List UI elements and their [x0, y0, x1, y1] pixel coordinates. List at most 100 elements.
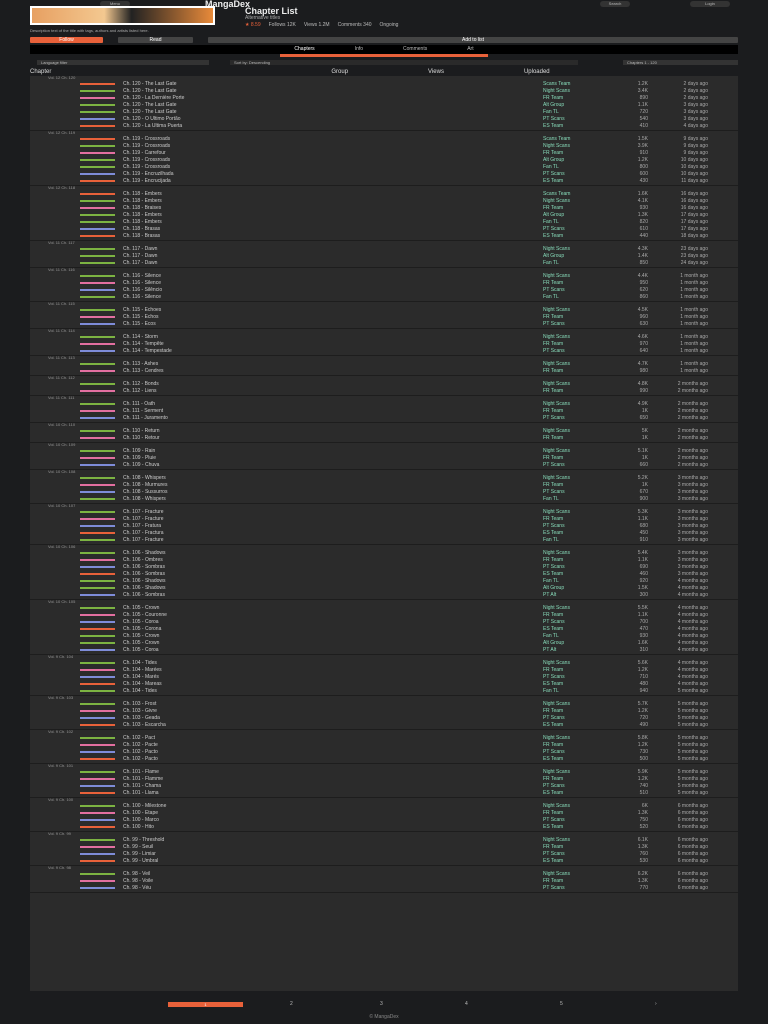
chapter-title-link[interactable]: Ch. 113 - Ashes	[123, 361, 543, 367]
group-link[interactable]: Night Scans	[543, 550, 603, 556]
chapter-title-link[interactable]: Ch. 103 - Escarcha	[123, 722, 543, 728]
chapter-title-link[interactable]: Ch. 101 - Llama	[123, 790, 543, 796]
add-to-list-button[interactable]: Add to list	[208, 37, 738, 43]
chapter-title-link[interactable]: Ch. 116 - Silence	[123, 280, 543, 286]
chapter-title-link[interactable]: Ch. 104 - Tides	[123, 688, 543, 694]
chapter-title-link[interactable]: Ch. 120 - The Last Gate	[123, 81, 543, 87]
chapter-title-link[interactable]: Ch. 112 - Liens	[123, 388, 543, 394]
search-button[interactable]: Search	[600, 1, 630, 7]
chapter-title-link[interactable]: Ch. 104 - Marés	[123, 674, 543, 680]
chapter-row[interactable]: Ch. 118 - Embers Scans Team 1.6K 16 days ag…	[30, 190, 738, 197]
chapter-title-link[interactable]: Ch. 106 - Ombres	[123, 557, 543, 563]
group-link[interactable]: PT Scans	[543, 564, 603, 570]
chapter-row[interactable]: Ch. 110 - Retour FR Team 1K 2 months ago	[30, 434, 738, 441]
group-link[interactable]: Night Scans	[543, 448, 603, 454]
chapter-row[interactable]: Ch. 98 - Voile FR Team 1.3K 6 months ago	[30, 877, 738, 884]
chapter-title-link[interactable]: Ch. 119 - Encrucijada	[123, 178, 543, 184]
chapter-row[interactable]: Ch. 106 - Shadows Fan TL 920 4 months ago	[30, 577, 738, 584]
group-link[interactable]: PT Scans	[543, 348, 603, 354]
chapter-row[interactable]: Ch. 106 - Sombras PT Alt 300 4 months ago	[30, 591, 738, 598]
group-link[interactable]: PT Scans	[543, 851, 603, 857]
chapter-title-link[interactable]: Ch. 106 - Sombras	[123, 571, 543, 577]
chapter-title-link[interactable]: Ch. 108 - Whispers	[123, 496, 543, 502]
chapter-row[interactable]: Ch. 120 - The Last Gate Fan TL 720 3 days a…	[30, 108, 738, 115]
group-link[interactable]: Night Scans	[543, 88, 603, 94]
group-link[interactable]: FR Team	[543, 667, 603, 673]
chapter-title-link[interactable]: Ch. 114 - Storm	[123, 334, 543, 340]
chapter-row[interactable]: Ch. 112 - Bonds Night Scans 4.8K 2 months a…	[30, 380, 738, 387]
chapter-row[interactable]: Ch. 119 - Crossroads Alt Group 1.2K 10 days…	[30, 156, 738, 163]
login-button[interactable]: Login	[690, 1, 730, 7]
chapter-row[interactable]: Ch. 111 - Oath Night Scans 4.9K 2 months ag…	[30, 400, 738, 407]
chapter-title-link[interactable]: Ch. 109 - Chuva	[123, 462, 543, 468]
group-link[interactable]: PT Scans	[543, 462, 603, 468]
sort-select[interactable]: Sort by: Descending	[230, 60, 578, 65]
chapter-row[interactable]: Ch. 100 - Hito ES Team 520 6 months ago	[30, 823, 738, 830]
chapter-title-link[interactable]: Ch. 98 - Voile	[123, 878, 543, 884]
chapter-title-link[interactable]: Ch. 106 - Shadows	[123, 550, 543, 556]
chapter-row[interactable]: Ch. 108 - Murmures FR Team 1K 3 months ago	[30, 481, 738, 488]
group-link[interactable]: Night Scans	[543, 246, 603, 252]
chapter-title-link[interactable]: Ch. 109 - Rain	[123, 448, 543, 454]
chapter-title-link[interactable]: Ch. 105 - Crown	[123, 640, 543, 646]
group-link[interactable]: ES Team	[543, 858, 603, 864]
group-link[interactable]: PT Scans	[543, 619, 603, 625]
chapter-title-link[interactable]: Ch. 105 - Coroa	[123, 647, 543, 653]
chapter-title-link[interactable]: Ch. 101 - Chama	[123, 783, 543, 789]
group-link[interactable]: FR Team	[543, 205, 603, 211]
group-link[interactable]: ES Team	[543, 626, 603, 632]
chapter-title-link[interactable]: Ch. 118 - Brasas	[123, 226, 543, 232]
chapter-title-link[interactable]: Ch. 119 - Encruzilhada	[123, 171, 543, 177]
chapter-row[interactable]: Ch. 111 - Juramento PT Scans 650 2 months a…	[30, 414, 738, 421]
chapter-title-link[interactable]: Ch. 120 - The Last Gate	[123, 102, 543, 108]
chapter-title-link[interactable]: Ch. 98 - Véu	[123, 885, 543, 891]
tab-comments[interactable]: Comments	[403, 45, 427, 54]
chapter-row[interactable]: Ch. 120 - La Última Puerta ES Team 410 4 da…	[30, 122, 738, 129]
chapter-title-link[interactable]: Ch. 115 - Echoes	[123, 307, 543, 313]
group-link[interactable]: FR Team	[543, 516, 603, 522]
chapter-row[interactable]: Ch. 113 - Ashes Night Scans 4.7K 1 month ag…	[30, 360, 738, 367]
group-link[interactable]: Night Scans	[543, 701, 603, 707]
chapter-title-link[interactable]: Ch. 105 - Crown	[123, 605, 543, 611]
chapter-row[interactable]: Ch. 101 - Flamme FR Team 1.2K 5 months ago	[30, 775, 738, 782]
group-link[interactable]: Alt Group	[543, 253, 603, 259]
group-link[interactable]: PT Scans	[543, 749, 603, 755]
group-link[interactable]: Night Scans	[543, 381, 603, 387]
chapter-title-link[interactable]: Ch. 119 - Crossroads	[123, 157, 543, 163]
chapter-row[interactable]: Ch. 118 - Brasas ES Team 440 18 days ago	[30, 232, 738, 239]
chapter-title-link[interactable]: Ch. 106 - Shadows	[123, 585, 543, 591]
group-link[interactable]: Fan TL	[543, 496, 603, 502]
chapter-title-link[interactable]: Ch. 119 - Crossroads	[123, 164, 543, 170]
chapter-title-link[interactable]: Ch. 114 - Tempête	[123, 341, 543, 347]
group-link[interactable]: Night Scans	[543, 837, 603, 843]
group-link[interactable]: FR Team	[543, 368, 603, 374]
chapter-row[interactable]: Ch. 108 - Whispers Night Scans 5.2K 3 month…	[30, 474, 738, 481]
chapter-row[interactable]: Ch. 107 - Fracture FR Team 1.1K 3 months ag…	[30, 515, 738, 522]
chapter-title-link[interactable]: Ch. 100 - Milestone	[123, 803, 543, 809]
group-link[interactable]: Night Scans	[543, 475, 603, 481]
group-link[interactable]: ES Team	[543, 123, 603, 129]
chapter-row[interactable]: Ch. 120 - O Último Portão PT Scans 540 3 da…	[30, 115, 738, 122]
group-link[interactable]: Scans Team	[543, 81, 603, 87]
chapter-row[interactable]: Ch. 116 - Silêncio PT Scans 620 1 month ago	[30, 286, 738, 293]
group-link[interactable]: FR Team	[543, 388, 603, 394]
next-page-button[interactable]: ›	[655, 1001, 657, 1007]
chapter-title-link[interactable]: Ch. 120 - O Último Portão	[123, 116, 543, 122]
chapter-title-link[interactable]: Ch. 100 - Hito	[123, 824, 543, 830]
read-button[interactable]: Read	[118, 37, 193, 43]
chapter-row[interactable]: Ch. 109 - Rain Night Scans 5.1K 2 months ag…	[30, 447, 738, 454]
group-link[interactable]: Fan TL	[543, 578, 603, 584]
chapter-title-link[interactable]: Ch. 106 - Sombras	[123, 564, 543, 570]
cover-image[interactable]	[30, 6, 215, 25]
chapter-row[interactable]: Ch. 118 - Embers Fan TL 820 17 days ago	[30, 218, 738, 225]
chapter-title-link[interactable]: Ch. 116 - Silence	[123, 273, 543, 279]
group-link[interactable]: ES Team	[543, 824, 603, 830]
group-link[interactable]: PT Scans	[543, 489, 603, 495]
chapter-row[interactable]: Ch. 102 - Pacto ES Team 500 5 months ago	[30, 755, 738, 762]
chapter-title-link[interactable]: Ch. 102 - Pacto	[123, 749, 543, 755]
chapter-row[interactable]: Ch. 120 - The Last Gate Night Scans 3.4K 2 …	[30, 87, 738, 94]
chapter-title-link[interactable]: Ch. 102 - Pact	[123, 735, 543, 741]
chapter-title-link[interactable]: Ch. 120 - La Última Puerta	[123, 123, 543, 129]
chapter-row[interactable]: Ch. 103 - Givre FR Team 1.2K 5 months ago	[30, 707, 738, 714]
chapter-title-link[interactable]: Ch. 118 - Embers	[123, 219, 543, 225]
